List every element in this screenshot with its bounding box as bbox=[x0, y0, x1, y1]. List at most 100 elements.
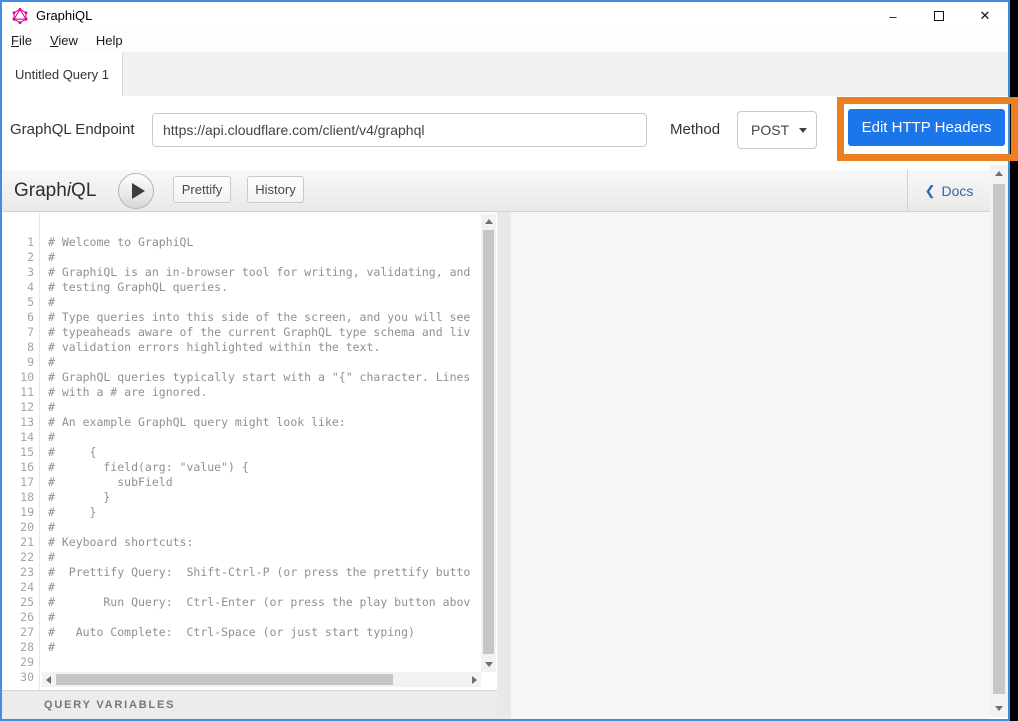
editor-gutter: 1234567891011121314151617181920212223242… bbox=[2, 212, 40, 690]
maximize-icon bbox=[934, 11, 944, 21]
minimize-button[interactable]: – bbox=[870, 2, 916, 30]
code-line[interactable]: # bbox=[48, 640, 481, 655]
run-query-button[interactable] bbox=[118, 173, 154, 209]
scroll-left-icon[interactable] bbox=[46, 676, 51, 684]
window-vertical-scrollbar[interactable] bbox=[990, 165, 1008, 717]
screen: GraphiQL – ✕ FileViewHelp Untitled Query… bbox=[0, 0, 1018, 721]
menu-item-view[interactable]: View bbox=[41, 30, 87, 52]
code-line[interactable]: # bbox=[48, 295, 481, 310]
close-icon: ✕ bbox=[980, 8, 991, 24]
code-line[interactable]: # bbox=[48, 250, 481, 265]
editor-horizontal-scrollbar[interactable] bbox=[42, 672, 481, 687]
code-line[interactable]: # bbox=[48, 520, 481, 535]
code-line[interactable]: # testing GraphQL queries. bbox=[48, 280, 481, 295]
line-number: 28 bbox=[2, 640, 34, 655]
maximize-button[interactable] bbox=[916, 2, 962, 30]
logo-part-graph: Graph bbox=[14, 180, 67, 201]
line-number: 16 bbox=[2, 460, 34, 475]
graphql-logo-icon bbox=[12, 8, 28, 24]
chevron-left-icon: ❮ bbox=[925, 183, 936, 199]
code-line[interactable]: # bbox=[48, 610, 481, 625]
line-number: 7 bbox=[2, 325, 34, 340]
docs-label: Docs bbox=[942, 183, 974, 199]
menu-item-file[interactable]: File bbox=[2, 30, 41, 52]
code-line[interactable]: # Prettify Query: Shift-Ctrl-P (or press… bbox=[48, 565, 481, 580]
line-number: 9 bbox=[2, 355, 34, 370]
code-line[interactable]: # { bbox=[48, 445, 481, 460]
code-line[interactable]: # } bbox=[48, 505, 481, 520]
line-number: 4 bbox=[2, 280, 34, 295]
code-line[interactable]: # Auto Complete: Ctrl-Space (or just sta… bbox=[48, 625, 481, 640]
scroll-down-icon[interactable] bbox=[995, 706, 1003, 711]
line-number: 11 bbox=[2, 385, 34, 400]
code-line[interactable]: # bbox=[48, 400, 481, 415]
code-line[interactable]: # typeaheads aware of the current GraphQ… bbox=[48, 325, 481, 340]
graphiql-logo: GraphiQL bbox=[14, 170, 96, 212]
code-line[interactable]: # Keyboard shortcuts: bbox=[48, 535, 481, 550]
line-number: 18 bbox=[2, 490, 34, 505]
line-number: 14 bbox=[2, 430, 34, 445]
minimize-icon: – bbox=[889, 9, 896, 24]
line-number: 2 bbox=[2, 250, 34, 265]
method-selected-value: POST bbox=[751, 122, 789, 138]
history-button[interactable]: History bbox=[247, 176, 304, 203]
line-number: 15 bbox=[2, 445, 34, 460]
scroll-up-icon[interactable] bbox=[995, 171, 1003, 176]
code-line[interactable]: # GraphQL queries typically start with a… bbox=[48, 370, 481, 385]
code-line[interactable]: # Type queries into this side of the scr… bbox=[48, 310, 481, 325]
line-number: 19 bbox=[2, 505, 34, 520]
line-number: 24 bbox=[2, 580, 34, 595]
line-number: 17 bbox=[2, 475, 34, 490]
editor-hscroll-thumb[interactable] bbox=[56, 674, 393, 685]
window-vscroll-thumb[interactable] bbox=[993, 184, 1005, 694]
editor-vscroll-thumb[interactable] bbox=[483, 230, 494, 654]
code-line[interactable] bbox=[48, 655, 481, 670]
code-line[interactable]: # field(arg: "value") { bbox=[48, 460, 481, 475]
editor-vertical-scrollbar[interactable] bbox=[481, 214, 496, 672]
edit-http-headers-button[interactable]: Edit HTTP Headers bbox=[848, 109, 1005, 146]
code-line[interactable]: # bbox=[48, 580, 481, 595]
line-number: 3 bbox=[2, 265, 34, 280]
code-line[interactable]: # Welcome to GraphiQL bbox=[48, 235, 481, 250]
line-number: 1 bbox=[2, 235, 34, 250]
tab-untitled-query-1[interactable]: Untitled Query 1 bbox=[2, 52, 123, 96]
menu-item-help[interactable]: Help bbox=[87, 30, 132, 52]
query-editor-pane[interactable]: 1234567891011121314151617181920212223242… bbox=[2, 212, 497, 719]
code-line[interactable]: # subField bbox=[48, 475, 481, 490]
code-line[interactable]: # Run Query: Ctrl-Enter (or press the pl… bbox=[48, 595, 481, 610]
pane-divider[interactable] bbox=[497, 212, 511, 719]
line-numbers: 1234567891011121314151617181920212223242… bbox=[2, 235, 34, 685]
code-line[interactable]: # GraphiQL is an in-browser tool for wri… bbox=[48, 265, 481, 280]
code-line[interactable]: # An example GraphQL query might look li… bbox=[48, 415, 481, 430]
code-area[interactable]: # Welcome to GraphiQL## GraphiQL is an i… bbox=[48, 235, 481, 687]
line-number: 23 bbox=[2, 565, 34, 580]
code-line[interactable]: # bbox=[48, 550, 481, 565]
line-number: 13 bbox=[2, 415, 34, 430]
scroll-right-icon[interactable] bbox=[472, 676, 477, 684]
code-line[interactable]: # validation errors highlighted within t… bbox=[48, 340, 481, 355]
line-number: 20 bbox=[2, 520, 34, 535]
code-line[interactable]: # } bbox=[48, 490, 481, 505]
endpoint-url-input[interactable] bbox=[152, 113, 647, 147]
dropdown-caret-icon bbox=[799, 128, 807, 133]
close-button[interactable]: ✕ bbox=[962, 2, 1008, 30]
scroll-up-icon[interactable] bbox=[485, 219, 493, 224]
endpoint-label: GraphQL Endpoint bbox=[10, 113, 135, 147]
query-variables-bar[interactable]: QUERY VARIABLES bbox=[2, 690, 497, 719]
docs-button[interactable]: ❮ Docs bbox=[907, 170, 990, 212]
desktop-background bbox=[1010, 0, 1018, 721]
prettify-button[interactable]: Prettify bbox=[173, 176, 231, 203]
title-bar[interactable]: GraphiQL – ✕ bbox=[2, 2, 1008, 30]
method-dropdown[interactable]: POST bbox=[737, 111, 817, 149]
menu-bar: FileViewHelp bbox=[2, 30, 1008, 52]
line-number: 26 bbox=[2, 610, 34, 625]
code-line[interactable]: # bbox=[48, 355, 481, 370]
code-line[interactable]: # bbox=[48, 430, 481, 445]
code-line[interactable]: # with a # are ignored. bbox=[48, 385, 481, 400]
line-number: 27 bbox=[2, 625, 34, 640]
window-title: GraphiQL bbox=[36, 2, 92, 30]
scroll-down-icon[interactable] bbox=[485, 662, 493, 667]
line-number: 22 bbox=[2, 550, 34, 565]
line-number: 29 bbox=[2, 655, 34, 670]
window-controls: – ✕ bbox=[870, 2, 1008, 30]
